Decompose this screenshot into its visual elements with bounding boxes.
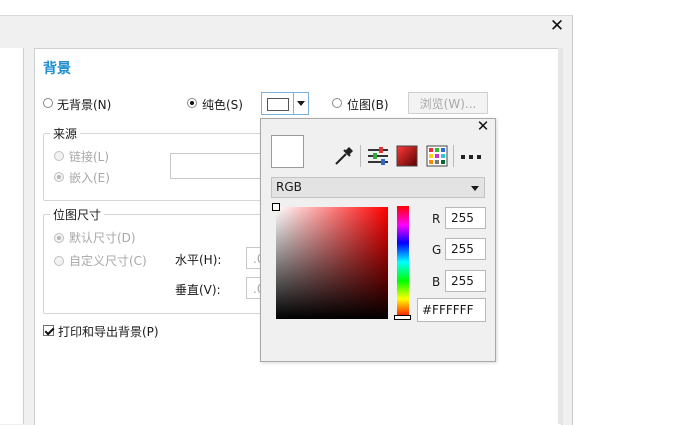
- radio-default-size-label: 默认尺寸(D): [69, 231, 136, 245]
- radio-link[interactable]: [54, 151, 64, 161]
- hue-slider-handle[interactable]: [394, 315, 411, 320]
- print-export-checkbox[interactable]: [43, 325, 54, 336]
- g-label: G: [432, 243, 442, 257]
- bitmap-size-group-title: 位图尺寸: [50, 206, 105, 223]
- radio-custom-size[interactable]: [54, 256, 64, 266]
- toolbar-separator: [453, 145, 454, 167]
- vertical-label: 垂直(V):: [175, 283, 221, 297]
- radio-solid-color[interactable]: [187, 98, 197, 108]
- color-picker-handle[interactable]: [272, 203, 280, 211]
- radio-link-label: 链接(L): [69, 150, 110, 164]
- panel-scroll-edge: [558, 48, 563, 424]
- source-path-field[interactable]: [170, 153, 264, 179]
- section-title: 背景: [43, 61, 71, 77]
- dialog-close-button[interactable]: ✕: [548, 17, 566, 35]
- r-label: R: [432, 212, 441, 226]
- dropdown-separator: [293, 93, 294, 114]
- radio-solid-color-label: 纯色(S): [202, 98, 243, 112]
- radio-bitmap[interactable]: [332, 98, 342, 108]
- browse-button[interactable]: 浏览(W)...: [408, 92, 488, 114]
- r-input[interactable]: 255: [445, 207, 486, 229]
- toolbar-separator: [360, 145, 361, 167]
- current-color-preview: [271, 135, 304, 168]
- radio-bitmap-label: 位图(B): [347, 98, 389, 112]
- color-chip: [267, 98, 289, 111]
- print-export-label: 打印和导出背景(P): [58, 325, 159, 339]
- color-model-value: RGB: [276, 180, 302, 194]
- chevron-down-icon: [471, 186, 479, 191]
- source-group-title: 来源: [50, 125, 81, 142]
- radio-no-background[interactable]: [43, 98, 53, 108]
- chevron-down-icon: [297, 101, 305, 106]
- radio-default-size[interactable]: [54, 233, 64, 243]
- color-saturation-area[interactable]: [276, 207, 388, 319]
- eyedropper-icon[interactable]: [333, 145, 355, 167]
- hue-slider[interactable]: [397, 206, 409, 318]
- radio-embed[interactable]: [54, 172, 64, 182]
- horizontal-label: 水平(H):: [175, 253, 222, 267]
- radio-custom-size-label: 自定义尺寸(C): [69, 254, 147, 268]
- palette-grid-icon[interactable]: [426, 145, 448, 167]
- category-tree-pane: [0, 48, 24, 424]
- color-viewer-icon[interactable]: [396, 145, 418, 167]
- sliders-icon[interactable]: [367, 145, 389, 167]
- color-model-select[interactable]: RGB: [271, 177, 485, 198]
- more-icon[interactable]: [460, 145, 482, 167]
- hex-input[interactable]: #FFFFFF: [417, 298, 486, 322]
- g-input[interactable]: 255: [445, 238, 486, 260]
- radio-no-background-label: 无背景(N): [57, 98, 112, 112]
- color-popup-close-button[interactable]: ✕: [476, 118, 490, 134]
- radio-embed-label: 嵌入(E): [69, 171, 110, 185]
- b-label: B: [432, 275, 441, 289]
- b-input[interactable]: 255: [445, 270, 486, 292]
- color-swatch-dropdown[interactable]: [261, 92, 309, 115]
